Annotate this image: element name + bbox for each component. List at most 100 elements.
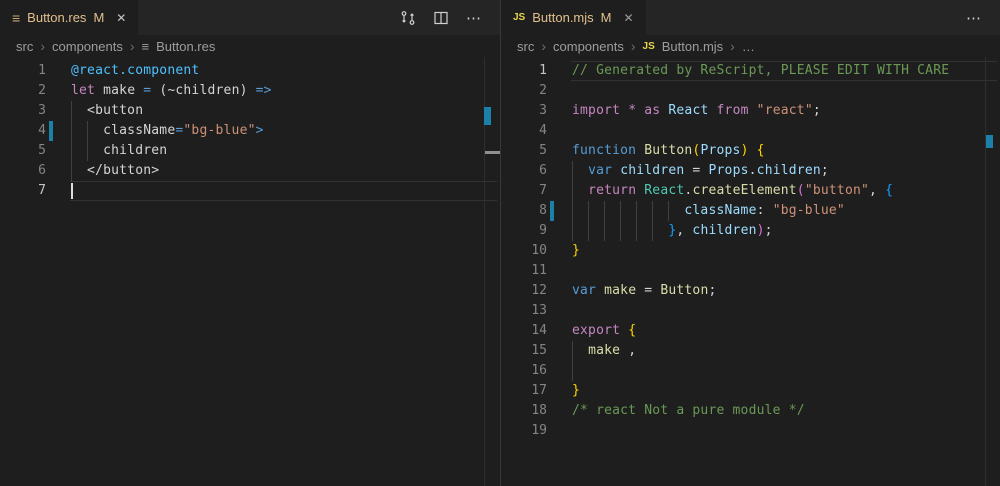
code-text: }, children); bbox=[572, 221, 773, 241]
line-number: 3 bbox=[501, 101, 547, 121]
javascript-file-icon: JS bbox=[643, 41, 655, 52]
chevron-right-icon: › bbox=[631, 38, 636, 54]
tab-bar-right: JS Button.mjs M ✕ ⋯ bbox=[501, 0, 1000, 35]
line-number: 13 bbox=[501, 301, 547, 321]
code-line[interactable]: 1// Generated by ReScript, PLEASE EDIT W… bbox=[501, 61, 1000, 81]
tab-bar-left: ≡ Button.res M ✕ bbox=[0, 0, 500, 35]
tab-button-res[interactable]: ≡ Button.res M ✕ bbox=[0, 0, 138, 35]
javascript-file-icon: JS bbox=[513, 12, 525, 23]
line-number: 4 bbox=[501, 121, 547, 141]
breadcrumb-item-src[interactable]: src bbox=[16, 39, 33, 54]
code-line[interactable]: 3 <button bbox=[0, 101, 500, 121]
text-cursor bbox=[71, 183, 73, 199]
code-text: } bbox=[572, 241, 580, 261]
code-line[interactable]: 14 export { bbox=[501, 321, 1000, 341]
line-number: 2 bbox=[501, 81, 547, 101]
code-text: export { bbox=[572, 321, 636, 341]
code-line[interactable]: 8 className: "bg-blue" bbox=[501, 201, 1000, 221]
code-line[interactable]: 7 bbox=[0, 181, 500, 201]
code-line[interactable]: 4 bbox=[501, 121, 1000, 141]
code-line[interactable]: 9 }, children); bbox=[501, 221, 1000, 241]
code-line[interactable]: 18 /* react Not a pure module */ bbox=[501, 401, 1000, 421]
code-line[interactable]: 10} bbox=[501, 241, 1000, 261]
gutter-modified-indicator bbox=[49, 121, 53, 141]
code-line[interactable]: 7 return React.createElement("button", { bbox=[501, 181, 1000, 201]
code-text: <button bbox=[71, 101, 143, 121]
chevron-right-icon: › bbox=[40, 38, 45, 54]
code-text: function Button(Props) { bbox=[572, 141, 765, 161]
line-number: 12 bbox=[501, 281, 547, 301]
code-line[interactable]: 15 make , bbox=[501, 341, 1000, 361]
line-number: 3 bbox=[0, 101, 46, 121]
code-line[interactable]: 19 bbox=[501, 421, 1000, 441]
file-list-icon: ≡ bbox=[142, 39, 150, 54]
line-number: 7 bbox=[0, 181, 46, 201]
line-number: 1 bbox=[501, 61, 547, 81]
line-number: 15 bbox=[501, 341, 547, 361]
line-number: 5 bbox=[0, 141, 46, 161]
breadcrumb-item-file[interactable]: Button.mjs bbox=[662, 39, 723, 54]
tab-label: Button.res bbox=[27, 10, 86, 25]
code-text: } bbox=[572, 381, 580, 401]
code-text: @react.component bbox=[71, 61, 199, 81]
breadcrumb-left: src › components › ≡ Button.res bbox=[0, 35, 500, 57]
line-number: 9 bbox=[501, 221, 547, 241]
code-line[interactable]: 2let make = (~children) => bbox=[0, 81, 500, 101]
breadcrumb-item-file[interactable]: Button.res bbox=[156, 39, 215, 54]
line-number: 18 bbox=[501, 401, 547, 421]
code-text: var children = Props.children; bbox=[572, 161, 829, 181]
chevron-right-icon: › bbox=[541, 38, 546, 54]
tab-button-mjs[interactable]: JS Button.mjs M ✕ bbox=[501, 0, 646, 35]
code-editor-left[interactable]: 1@react.component2let make = (~children)… bbox=[0, 57, 500, 486]
code-line[interactable]: 12 var make = Button; bbox=[501, 281, 1000, 301]
editor-actions: ⋯ bbox=[400, 0, 500, 35]
split-editor-icon[interactable] bbox=[433, 10, 449, 26]
open-changes-icon[interactable] bbox=[400, 10, 416, 26]
code-line[interactable]: 6 </button> bbox=[0, 161, 500, 181]
gutter-modified-indicator bbox=[550, 201, 554, 221]
close-icon[interactable]: ✕ bbox=[116, 11, 126, 25]
code-line[interactable]: 1@react.component bbox=[0, 61, 500, 81]
code-line[interactable]: 6 var children = Props.children; bbox=[501, 161, 1000, 181]
line-number: 16 bbox=[501, 361, 547, 381]
code-text: </button> bbox=[71, 161, 159, 181]
close-icon[interactable]: ✕ bbox=[624, 11, 634, 25]
code-line[interactable]: 13 bbox=[501, 301, 1000, 321]
chevron-right-icon: › bbox=[130, 38, 135, 54]
code-line[interactable]: 2 bbox=[501, 81, 1000, 101]
chevron-right-icon: › bbox=[730, 38, 735, 54]
code-text: /* react Not a pure module */ bbox=[572, 401, 805, 421]
code-line[interactable]: 5 function Button(Props) { bbox=[501, 141, 1000, 161]
current-line-highlight bbox=[70, 181, 497, 201]
code-editor-right[interactable]: 1// Generated by ReScript, PLEASE EDIT W… bbox=[501, 57, 1000, 486]
line-number: 5 bbox=[501, 141, 547, 161]
code-line[interactable]: 11 bbox=[501, 261, 1000, 281]
line-number: 19 bbox=[501, 421, 547, 441]
line-number: 6 bbox=[0, 161, 46, 181]
code-text: var make = Button; bbox=[572, 281, 717, 301]
line-number: 14 bbox=[501, 321, 547, 341]
code-text: make , bbox=[572, 341, 636, 361]
more-actions-icon[interactable]: ⋯ bbox=[466, 9, 482, 27]
indent-guide bbox=[572, 361, 573, 381]
code-line[interactable]: 5 children bbox=[0, 141, 500, 161]
code-line[interactable]: 17} bbox=[501, 381, 1000, 401]
file-list-icon: ≡ bbox=[12, 11, 20, 25]
code-line[interactable]: 3 import * as React from "react"; bbox=[501, 101, 1000, 121]
line-number: 8 bbox=[501, 201, 547, 221]
code-text: className="bg-blue"> bbox=[71, 121, 264, 141]
code-text: import * as React from "react"; bbox=[572, 101, 821, 121]
breadcrumb-item-symbol[interactable]: … bbox=[742, 39, 755, 54]
line-number: 6 bbox=[501, 161, 547, 181]
editor-pane-left: ≡ Button.res M ✕ bbox=[0, 0, 500, 486]
line-number: 10 bbox=[501, 241, 547, 261]
vscode-window: ≡ Button.res M ✕ bbox=[0, 0, 1000, 486]
tab-label: Button.mjs bbox=[532, 10, 593, 25]
breadcrumb-item-components[interactable]: components bbox=[52, 39, 123, 54]
breadcrumb-item-src[interactable]: src bbox=[517, 39, 534, 54]
breadcrumb-item-components[interactable]: components bbox=[553, 39, 624, 54]
code-line[interactable]: 4 className="bg-blue"> bbox=[0, 121, 500, 141]
modified-badge: M bbox=[93, 10, 104, 25]
code-line[interactable]: 16 bbox=[501, 361, 1000, 381]
more-actions-icon[interactable]: ⋯ bbox=[966, 9, 982, 27]
